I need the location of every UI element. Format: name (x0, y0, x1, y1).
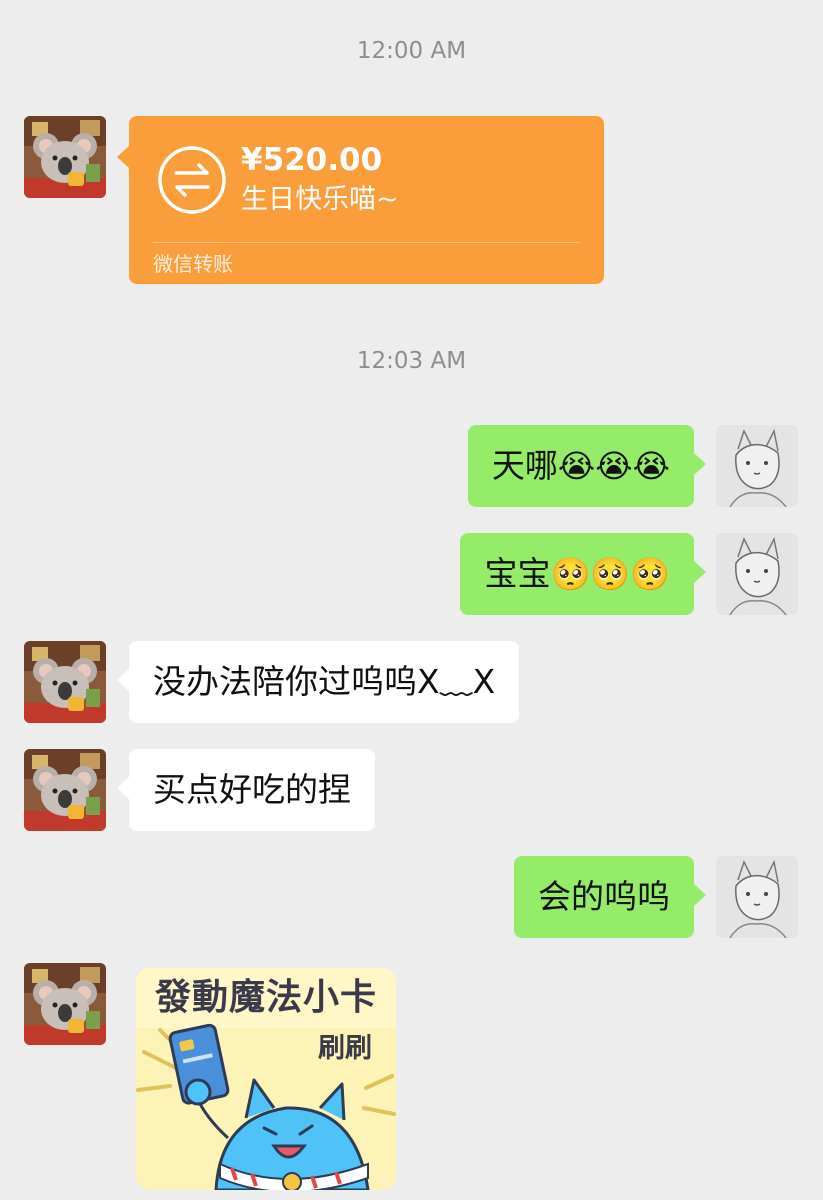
message-text: 天哪 (491, 446, 558, 485)
message-text: 会的呜呜 (538, 877, 670, 916)
koala-avatar-icon (24, 749, 106, 831)
crying-emoji-icon: 😭 (632, 447, 670, 485)
transfer-label: 微信转账 (153, 252, 233, 276)
self-avatar[interactable] (716, 533, 798, 615)
timestamp: 12:03 AM (356, 348, 467, 374)
incoming-message[interactable]: 没办法陪你过呜呜X﹏X (116, 641, 520, 723)
message-text: 宝宝 (484, 554, 551, 593)
self-avatar[interactable] (716, 856, 798, 938)
sketch-fox-avatar-icon (716, 856, 798, 938)
sticker-title: 發動魔法小卡 (154, 977, 377, 1018)
contact-avatar[interactable] (24, 116, 106, 198)
pleading-face-emoji-icon: 🥺 (630, 555, 670, 593)
koala-avatar-icon (24, 963, 106, 1045)
self-avatar[interactable] (716, 425, 798, 507)
message-text: 没办法陪你过呜呜X﹏X (153, 662, 496, 701)
transfer-note: 生日快乐喵~ (241, 184, 399, 215)
transfer-divider (153, 242, 580, 243)
crying-emoji-icon: 😭 (557, 447, 596, 485)
sketch-fox-avatar-icon (716, 533, 798, 615)
contact-avatar[interactable] (24, 641, 106, 723)
pleading-face-emoji-icon: 🥺 (550, 555, 591, 593)
sticker-message[interactable]: 發動魔法小卡 刷刷 (136, 968, 396, 1190)
outgoing-message[interactable]: 会的呜呜 (514, 856, 706, 938)
contact-avatar[interactable] (24, 963, 106, 1045)
koala-avatar-icon (24, 641, 106, 723)
transfer-arrows-icon (157, 145, 227, 215)
sketch-fox-avatar-icon (716, 425, 798, 507)
incoming-message[interactable]: 买点好吃的捏 (117, 749, 375, 831)
crying-emoji-icon: 😭 (595, 447, 633, 485)
transfer-amount: ¥520.00 (241, 142, 383, 178)
sticker-subtitle: 刷刷 (318, 1033, 372, 1064)
transfer-card[interactable]: ¥520.00 生日快乐喵~ 微信转账 (117, 116, 604, 284)
outgoing-message[interactable]: 宝宝🥺🥺🥺 (460, 533, 706, 615)
koala-avatar-icon (24, 116, 106, 198)
timestamp: 12:00 AM (356, 38, 467, 64)
outgoing-message[interactable]: 天哪😭😭😭 (467, 425, 707, 507)
contact-avatar[interactable] (24, 749, 106, 831)
message-text: 买点好吃的捏 (153, 770, 351, 809)
pleading-face-emoji-icon: 🥺 (590, 555, 631, 593)
